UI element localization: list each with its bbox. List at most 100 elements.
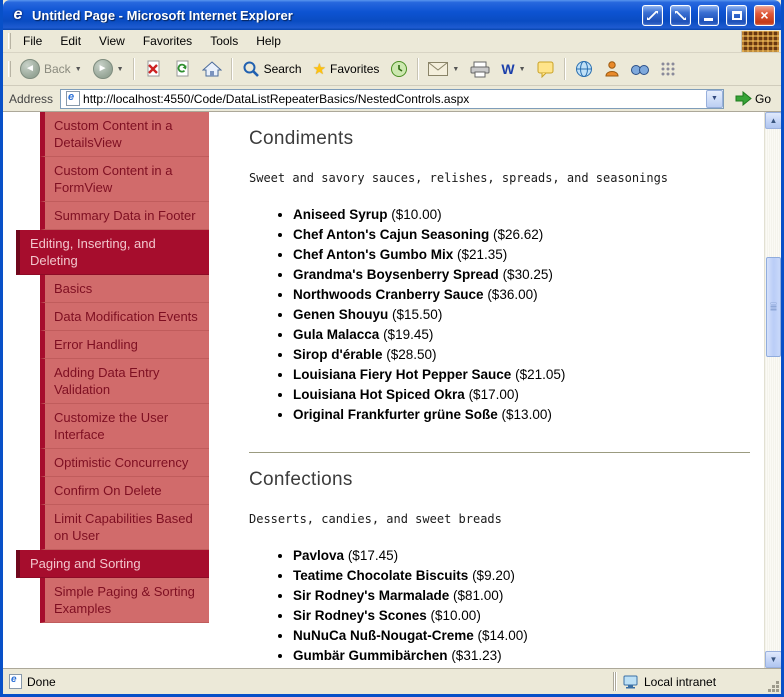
sidebar-item-optimistic-concurrency[interactable]: Optimistic Concurrency [40,449,209,477]
history-icon [391,61,408,77]
scrollbar-thumb[interactable] [766,257,781,357]
vertical-scrollbar[interactable]: ▲ ▼ [764,112,781,668]
address-dropdown-button[interactable]: ▼ [705,89,723,108]
chevron-down-icon: ▼ [711,95,718,102]
product-name: NuNuCa Nuß-Nougat-Creme [293,628,474,643]
resize-grip[interactable] [765,669,781,694]
scroll-up-button[interactable]: ▲ [765,112,781,129]
product-price: ($10.00) [391,207,442,222]
go-label: Go [754,91,771,106]
category-title: Confections [249,469,353,490]
menu-tools[interactable]: Tools [201,30,247,52]
sidebar-item-confirm-on-delete[interactable]: Confirm On Delete [40,477,209,505]
product-price: ($13.00) [501,407,552,422]
menu-edit[interactable]: Edit [51,30,90,52]
standard-toolbar: ◄ Back ▼ ► ▼ Search ★ Favorites ▼ W ▼ [3,53,781,86]
toolbar-grip[interactable] [8,61,11,77]
close-icon: × [760,7,769,23]
product-item: NuNuCa Nuß-Nougat-Creme ($14.00) [293,626,754,646]
toolbar-grip[interactable] [8,33,11,49]
diagonal-arrows-icon [647,10,658,20]
maximize-icon [731,10,742,20]
search-button[interactable]: Search [237,57,307,81]
stop-button[interactable] [139,57,167,81]
scroll-down-button[interactable]: ▼ [765,651,781,668]
history-button[interactable] [385,57,413,81]
mail-button[interactable]: ▼ [423,59,464,79]
windows-brand-logo [741,30,779,52]
titlebar-arrow-left-button[interactable] [642,4,663,26]
menu-view[interactable]: View [90,30,134,52]
sidebar-item-limit-capabilities[interactable]: Limit Capabilities Based on User [40,505,209,550]
status-bar: e Done Local intranet [3,668,781,694]
messenger-icon [604,61,619,77]
titlebar[interactable]: e Untitled Page - Microsoft Internet Exp… [3,0,781,30]
sidebar-item-adding-data-entry-validation[interactable]: Adding Data Entry Validation [40,359,209,404]
scroll-up-icon: ▲ [769,116,778,125]
category-section-condiments: Condiments Sweet and savory sauces, reli… [249,128,754,425]
close-button[interactable]: × [754,4,775,26]
titlebar-arrow-right-button[interactable] [670,4,691,26]
favorites-star-icon: ★ [312,61,327,78]
window-title: Untitled Page - Microsoft Internet Explo… [32,7,293,23]
go-button[interactable]: Go [729,89,777,108]
address-input[interactable] [83,90,706,107]
back-label: Back [44,62,71,76]
browser-window: e Untitled Page - Microsoft Internet Exp… [0,0,784,697]
web-globe-button[interactable] [570,57,598,81]
minimize-icon [704,18,713,21]
sidebar-header-paging-and-sorting[interactable]: Paging and Sorting [16,550,209,578]
menu-bar: File Edit View Favorites Tools Help [3,30,781,53]
mail-dropdown-icon: ▼ [452,65,460,73]
menu-help[interactable]: Help [247,30,290,52]
product-name: Sirop d'érable [293,347,383,362]
sidebar-item-simple-paging-sorting[interactable]: Simple Paging & Sorting Examples [40,578,209,623]
minimize-button[interactable] [698,4,719,26]
sidebar-item-error-handling[interactable]: Error Handling [40,331,209,359]
product-price: ($21.05) [515,367,566,382]
home-icon [201,61,222,77]
product-name: Sir Rodney's Marmalade [293,588,450,603]
binoculars-icon [630,65,649,75]
sidebar-item-basics[interactable]: Basics [40,275,209,303]
print-button[interactable] [465,58,495,81]
product-item: Gumbär Gummibärchen ($31.23) [293,646,754,666]
maximize-button[interactable] [726,4,747,26]
edit-with-word-button[interactable]: W ▼ [496,58,530,80]
refresh-button[interactable] [168,57,196,81]
product-item: Original Frankfurter grüne Soße ($13.00) [293,405,754,425]
product-price: ($14.00) [477,628,528,643]
sidebar-header-editing-inserting-deleting[interactable]: Editing, Inserting, and Deleting [16,230,209,275]
sidebar-item-customize-user-interface[interactable]: Customize the User Interface [40,404,209,449]
sidebar-item-data-modification-events[interactable]: Data Modification Events [40,303,209,331]
messenger-grid-button[interactable] [655,58,681,80]
toolbar-separator [230,58,233,80]
address-field: e ▼ [60,88,724,109]
product-item: Sir Rodney's Marmalade ($81.00) [293,586,754,606]
favorites-button[interactable]: ★ Favorites [308,57,385,81]
discuss-button[interactable] [532,58,560,81]
toolbar-separator [417,58,420,80]
sidebar-item-custom-content-formview[interactable]: Custom Content in a FormView [40,157,209,202]
product-name: Genen Shouyu [293,307,389,322]
product-name: Gumbär Gummibärchen [293,648,448,663]
home-button[interactable] [197,57,227,81]
messenger-button[interactable] [599,57,625,81]
status-text: Done [27,674,56,689]
product-name: Sir Rodney's Scones [293,608,427,623]
favorites-label: Favorites [330,62,380,76]
back-button[interactable]: ◄ Back ▼ [15,56,87,82]
sidebar-item-custom-content-detailsview[interactable]: Custom Content in a DetailsView [40,112,209,157]
product-item: Northwoods Cranberry Sauce ($36.00) [293,285,754,305]
menu-favorites[interactable]: Favorites [134,30,201,52]
forward-button[interactable]: ► ▼ [88,56,129,82]
research-button[interactable] [626,59,654,79]
category-title: Condiments [249,128,354,149]
sidebar-item-summary-data-footer[interactable]: Summary Data in Footer [40,202,209,230]
scroll-down-icon: ▼ [769,655,778,664]
product-price: ($21.35) [456,247,508,262]
menu-file[interactable]: File [14,30,51,52]
product-item: Chef Anton's Gumbo Mix ($21.35) [293,245,754,265]
status-pane-zone: Local intranet [617,669,765,694]
go-arrow-icon [735,91,752,106]
